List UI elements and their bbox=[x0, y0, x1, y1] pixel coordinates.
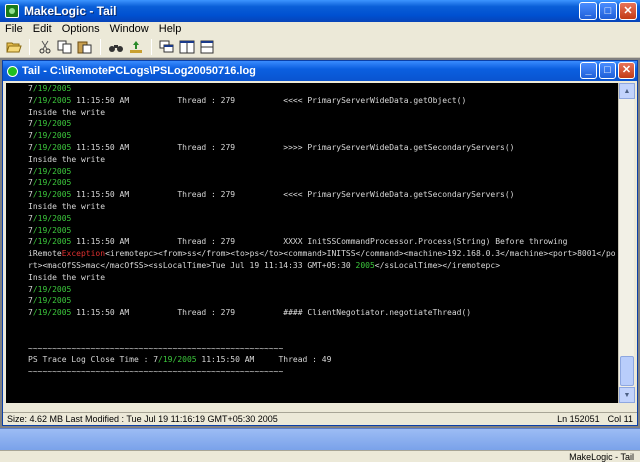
log-line: 7/19/2005 bbox=[28, 131, 72, 141]
green-status-icon bbox=[7, 65, 18, 77]
log-line: 7/19/2005 bbox=[28, 213, 72, 223]
child-minimize-button[interactable]: _ bbox=[580, 62, 597, 79]
log-line: ~~~~~~~~~~~~~~~~~~~~~~~~~~~~~~~~~~~~~~~~… bbox=[28, 367, 284, 377]
log-child-window: Tail - C:\iRemotePCLogs\PSLog20050716.lo… bbox=[2, 60, 638, 426]
log-line: 7/19/2005 bbox=[28, 119, 72, 129]
log-line: ~~~~~~~~~~~~~~~~~~~~~~~~~~~~~~~~~~~~~~~~… bbox=[28, 343, 284, 353]
log-line: 7/19/2005 11:15:50 AM Thread : 279 <<<< … bbox=[28, 190, 515, 200]
log-line: Inside the write bbox=[28, 201, 106, 211]
menu-help[interactable]: Help bbox=[154, 23, 187, 35]
toolbar bbox=[0, 36, 640, 58]
minimize-button[interactable]: _ bbox=[579, 2, 597, 20]
cascade-icon[interactable] bbox=[157, 38, 177, 56]
column-number: Col 11 bbox=[607, 414, 633, 424]
find-icon[interactable] bbox=[106, 38, 126, 56]
main-title-bar[interactable]: MakeLogic - Tail _ □ ✕ bbox=[0, 0, 640, 22]
child-title-bar[interactable]: Tail - C:\iRemotePCLogs\PSLog20050716.lo… bbox=[3, 61, 637, 81]
log-line: Inside the write bbox=[28, 154, 106, 164]
status-text: MakeLogic - Tail bbox=[569, 451, 634, 462]
close-button[interactable]: ✕ bbox=[619, 2, 637, 20]
copy-icon[interactable] bbox=[55, 38, 75, 56]
menu-bar: File Edit Options Window Help bbox=[0, 22, 640, 36]
maximize-button[interactable]: □ bbox=[599, 2, 617, 20]
toolbar-separator bbox=[151, 38, 152, 55]
log-line: 7/19/2005 bbox=[28, 225, 72, 235]
log-line: 7/19/2005 11:15:50 AM Thread : 279 >>>> … bbox=[28, 142, 515, 152]
paste-icon[interactable] bbox=[75, 38, 95, 56]
log-line: Inside the write bbox=[28, 107, 106, 117]
log-line: 7/19/2005 bbox=[28, 296, 72, 306]
log-line: 7/19/2005 11:15:50 AM Thread : 279 #### … bbox=[28, 308, 472, 318]
log-line: 7/19/2005 bbox=[28, 178, 72, 188]
child-close-button[interactable]: ✕ bbox=[618, 62, 635, 79]
child-maximize-button[interactable]: □ bbox=[599, 62, 616, 79]
main-status-bar: MakeLogic - Tail bbox=[0, 450, 640, 462]
log-line: Inside the write bbox=[28, 272, 106, 282]
line-number: Ln 152051 bbox=[557, 414, 600, 424]
makelogic-app-icon[interactable] bbox=[5, 4, 19, 18]
mdi-workspace: Tail - C:\iRemotePCLogs\PSLog20050716.lo… bbox=[0, 58, 640, 428]
application-window: MakeLogic - Tail _ □ ✕ File Edit Options… bbox=[0, 0, 640, 462]
menu-edit[interactable]: Edit bbox=[28, 23, 57, 35]
scroll-thumb[interactable] bbox=[620, 356, 634, 386]
cut-icon[interactable] bbox=[35, 38, 55, 56]
child-window-title: Tail - C:\iRemotePCLogs\PSLog20050716.lo… bbox=[22, 65, 256, 77]
scroll-up-arrow-icon[interactable]: ▲ bbox=[619, 83, 635, 99]
log-console[interactable]: 7/19/2005 7/19/2005 11:15:50 AM Thread : … bbox=[6, 83, 618, 403]
log-line: 7/19/2005 bbox=[28, 284, 72, 294]
follow-icon[interactable] bbox=[126, 38, 146, 56]
menu-window[interactable]: Window bbox=[105, 23, 154, 35]
log-line: 7/19/2005 bbox=[28, 166, 72, 176]
file-info: Size: 4.62 MB Last Modified : Tue Jul 19… bbox=[7, 414, 278, 424]
log-line: iRemoteException<iremotepc><from>ss</fro… bbox=[28, 249, 616, 259]
vertical-scrollbar[interactable]: ▲ ▼ bbox=[618, 83, 635, 403]
log-line: 7/19/2005 11:15:50 AM Thread : 279 XXXX … bbox=[28, 237, 568, 247]
log-line: 7/19/2005 bbox=[28, 84, 72, 93]
scroll-down-arrow-icon[interactable]: ▼ bbox=[619, 387, 635, 403]
toolbar-separator bbox=[100, 38, 101, 55]
tile-horizontal-icon[interactable] bbox=[177, 38, 197, 56]
child-status-bar: Size: 4.62 MB Last Modified : Tue Jul 19… bbox=[3, 412, 637, 425]
menu-options[interactable]: Options bbox=[57, 23, 105, 35]
tile-vertical-icon[interactable] bbox=[197, 38, 217, 56]
window-bar bbox=[0, 428, 640, 450]
menu-file[interactable]: File bbox=[0, 23, 28, 35]
open-icon[interactable] bbox=[4, 38, 24, 56]
log-line: PS Trace Log Close Time : 7/19/2005 11:1… bbox=[28, 355, 332, 365]
toolbar-separator bbox=[29, 38, 30, 55]
window-title: MakeLogic - Tail bbox=[24, 4, 117, 18]
log-line: rt><macOfSS>mac</macOfSS><ssLocalTime>Tu… bbox=[28, 260, 501, 270]
log-line: 7/19/2005 11:15:50 AM Thread : 279 <<<< … bbox=[28, 95, 467, 105]
